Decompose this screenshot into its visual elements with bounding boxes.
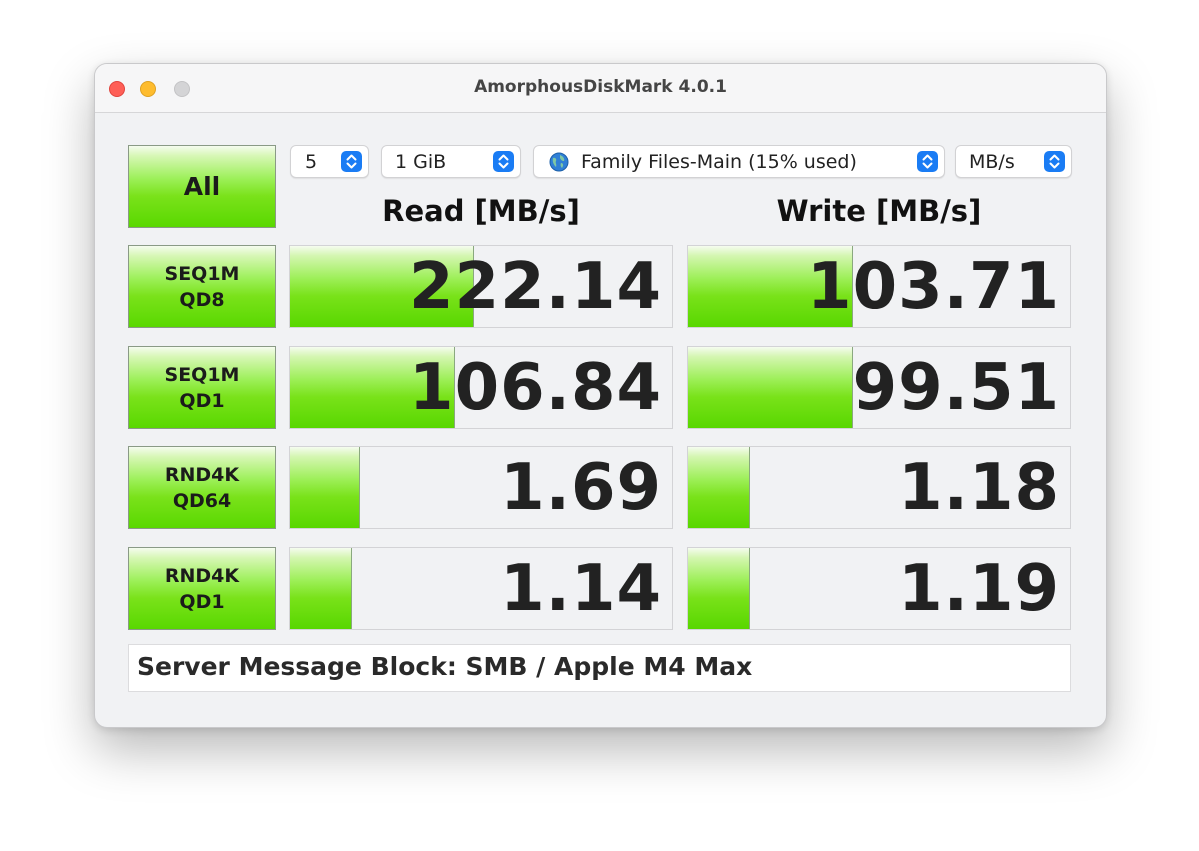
up-down-chevron-icon [341,151,362,172]
up-down-chevron-icon [917,151,938,172]
write-value: 99.51 [852,351,1060,425]
test-button-line1: SEQ1M [164,262,240,285]
write-value: 1.19 [898,552,1060,626]
test-button-line2: QD64 [172,489,232,512]
test-count-select[interactable]: 5 [290,145,369,178]
read-result-rnd4k-qd1: 1.14 [289,547,673,630]
write-result-rnd4k-qd64: 1.18 [687,446,1071,529]
test-size-select[interactable]: 1 GiB [381,145,521,178]
test-button-line2: QD1 [179,590,225,613]
globe-icon [549,152,569,172]
test-button-line2: QD8 [179,288,225,311]
write-result-seq1m-qd8: 103.71 [687,245,1071,328]
title-bar: AmorphousDiskMark 4.0.1 [95,64,1106,113]
run-all-button[interactable]: All [128,145,276,228]
write-bar [688,548,751,629]
test-button-line1: RND4K [164,463,240,486]
read-value: 1.69 [500,451,662,525]
read-value: 1.14 [500,552,662,626]
read-bar [290,447,360,528]
read-result-seq1m-qd1: 106.84 [289,346,673,429]
target-volume-select[interactable]: Family Files-Main (15% used) [533,145,945,178]
write-bar [688,447,751,528]
read-result-seq1m-qd8: 222.14 [289,245,673,328]
write-value: 103.71 [807,250,1060,324]
test-button-rnd4k-qd1[interactable]: RND4K QD1 [128,547,276,630]
write-result-seq1m-qd1: 99.51 [687,346,1071,429]
app-window: AmorphousDiskMark 4.0.1 All 5 1 GiB Fami… [94,63,1107,728]
test-button-seq1m-qd8[interactable]: SEQ1M QD8 [128,245,276,328]
test-button-line1: RND4K [164,564,240,587]
read-column-header: Read [MB/s] [382,194,580,228]
up-down-chevron-icon [1044,151,1065,172]
test-count-value: 5 [305,151,318,173]
read-result-rnd4k-qd64: 1.69 [289,446,673,529]
write-value: 1.18 [898,451,1060,525]
test-button-seq1m-qd1[interactable]: SEQ1M QD1 [128,346,276,429]
test-button-line2: QD1 [179,389,225,412]
unit-value: MB/s [969,151,1015,173]
write-column-header: Write [MB/s] [776,194,982,228]
write-bar [688,347,854,428]
up-down-chevron-icon [493,151,514,172]
read-value: 106.84 [409,351,662,425]
test-size-value: 1 GiB [395,151,447,173]
read-bar [290,548,353,629]
read-value: 222.14 [409,250,662,324]
test-button-line1: SEQ1M [164,363,240,386]
status-message-field[interactable]: Server Message Block: SMB / Apple M4 Max [128,644,1071,692]
window-title: AmorphousDiskMark 4.0.1 [474,77,727,97]
test-button-rnd4k-qd64[interactable]: RND4K QD64 [128,446,276,529]
write-result-rnd4k-qd1: 1.19 [687,547,1071,630]
unit-select[interactable]: MB/s [955,145,1072,178]
target-volume-value: Family Files-Main (15% used) [581,151,857,173]
